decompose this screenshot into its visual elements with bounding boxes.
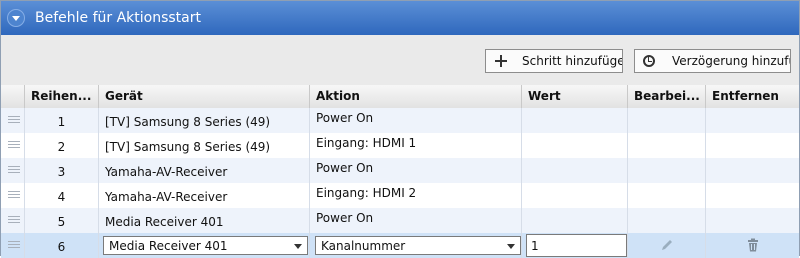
value-input[interactable]: 1	[526, 234, 627, 257]
device-cell: [TV] Samsung 8 Series (49)	[105, 115, 271, 129]
chevron-down-icon	[507, 244, 515, 249]
edit-cell	[628, 158, 706, 183]
order-cell: 5	[57, 215, 66, 229]
value-cell	[522, 108, 628, 133]
device-cell: Yamaha-AV-Receiver	[105, 190, 228, 204]
table-row-editing[interactable]: 6 Media Receiver 401 Kanalnummer 1	[1, 233, 799, 258]
edit-cell	[628, 183, 706, 208]
add-delay-button[interactable]: Verzögerung hinzufüg	[634, 49, 791, 73]
chevron-down-icon	[294, 244, 302, 249]
edit-cell	[628, 108, 706, 133]
device-select[interactable]: Media Receiver 401	[103, 236, 308, 255]
remove-cell	[706, 183, 799, 208]
plus-icon	[494, 54, 508, 68]
chevron-down-icon[interactable]	[7, 9, 25, 27]
order-cell: 2	[57, 140, 66, 154]
drag-handle-icon[interactable]	[8, 241, 20, 250]
action-select[interactable]: Kanalnummer	[315, 236, 521, 255]
action-cell: Power On	[316, 161, 374, 175]
action-cell: Eingang: HDMI 1	[316, 136, 417, 150]
table-row[interactable]: 1 [TV] Samsung 8 Series (49) Power On	[1, 108, 799, 133]
header-handle-col	[1, 85, 25, 108]
drag-handle-icon[interactable]	[8, 216, 20, 225]
pencil-icon[interactable]	[660, 238, 674, 252]
order-cell: 4	[57, 190, 66, 204]
drag-handle-icon[interactable]	[8, 141, 20, 150]
drag-handle-icon[interactable]	[8, 116, 20, 125]
action-cell: Eingang: HDMI 2	[316, 186, 417, 200]
panel-header: Befehle für Aktionsstart	[1, 1, 799, 35]
remove-cell	[706, 108, 799, 133]
table-row[interactable]: 2 [TV] Samsung 8 Series (49) Eingang: HD…	[1, 133, 799, 158]
edit-cell	[628, 133, 706, 158]
action-cell: Power On	[316, 111, 374, 125]
device-cell: [TV] Samsung 8 Series (49)	[105, 140, 271, 154]
toolbar: Schritt hinzufügen Verzögerung hinzufüg	[1, 35, 799, 86]
header-value[interactable]: Wert	[522, 85, 628, 108]
device-select-value: Media Receiver 401	[109, 239, 228, 253]
action-select-value: Kanalnummer	[321, 239, 406, 253]
add-step-button[interactable]: Schritt hinzufügen	[485, 49, 623, 73]
table-row[interactable]: 4 Yamaha-AV-Receiver Eingang: HDMI 2	[1, 183, 799, 208]
header-edit[interactable]: Bearbei...	[628, 85, 706, 108]
value-cell	[522, 158, 628, 183]
header-remove[interactable]: Entfernen	[706, 85, 799, 108]
drag-handle-icon[interactable]	[8, 166, 20, 175]
table-row[interactable]: 3 Yamaha-AV-Receiver Power On	[1, 158, 799, 183]
drag-handle-icon[interactable]	[8, 191, 20, 200]
order-cell: 6	[57, 240, 66, 254]
edit-cell	[628, 208, 706, 233]
value-cell	[522, 133, 628, 158]
clock-icon	[643, 55, 655, 67]
order-cell: 1	[57, 115, 66, 129]
table-row[interactable]: 5 Media Receiver 401 Power On	[1, 208, 799, 233]
trash-icon[interactable]	[746, 238, 760, 252]
remove-cell	[706, 208, 799, 233]
device-cell: Media Receiver 401	[105, 215, 224, 229]
add-delay-label: Verzögerung hinzufüg	[672, 54, 791, 68]
value-cell	[522, 183, 628, 208]
order-cell: 3	[57, 165, 66, 179]
device-cell: Yamaha-AV-Receiver	[105, 165, 228, 179]
add-step-label: Schritt hinzufügen	[522, 54, 623, 68]
commands-panel: Befehle für Aktionsstart Schritt hinzufü…	[0, 0, 800, 258]
action-cell: Power On	[316, 211, 374, 225]
table-header: Reihen... Gerät Aktion Wert Bearbei... E…	[1, 85, 799, 109]
remove-cell	[706, 158, 799, 183]
panel-title: Befehle für Aktionsstart	[35, 10, 201, 26]
value-cell	[522, 208, 628, 233]
header-device[interactable]: Gerät	[99, 85, 310, 108]
value-input-text: 1	[531, 239, 539, 253]
header-order[interactable]: Reihen...	[25, 85, 99, 108]
remove-cell	[706, 133, 799, 158]
header-action[interactable]: Aktion	[310, 85, 522, 108]
